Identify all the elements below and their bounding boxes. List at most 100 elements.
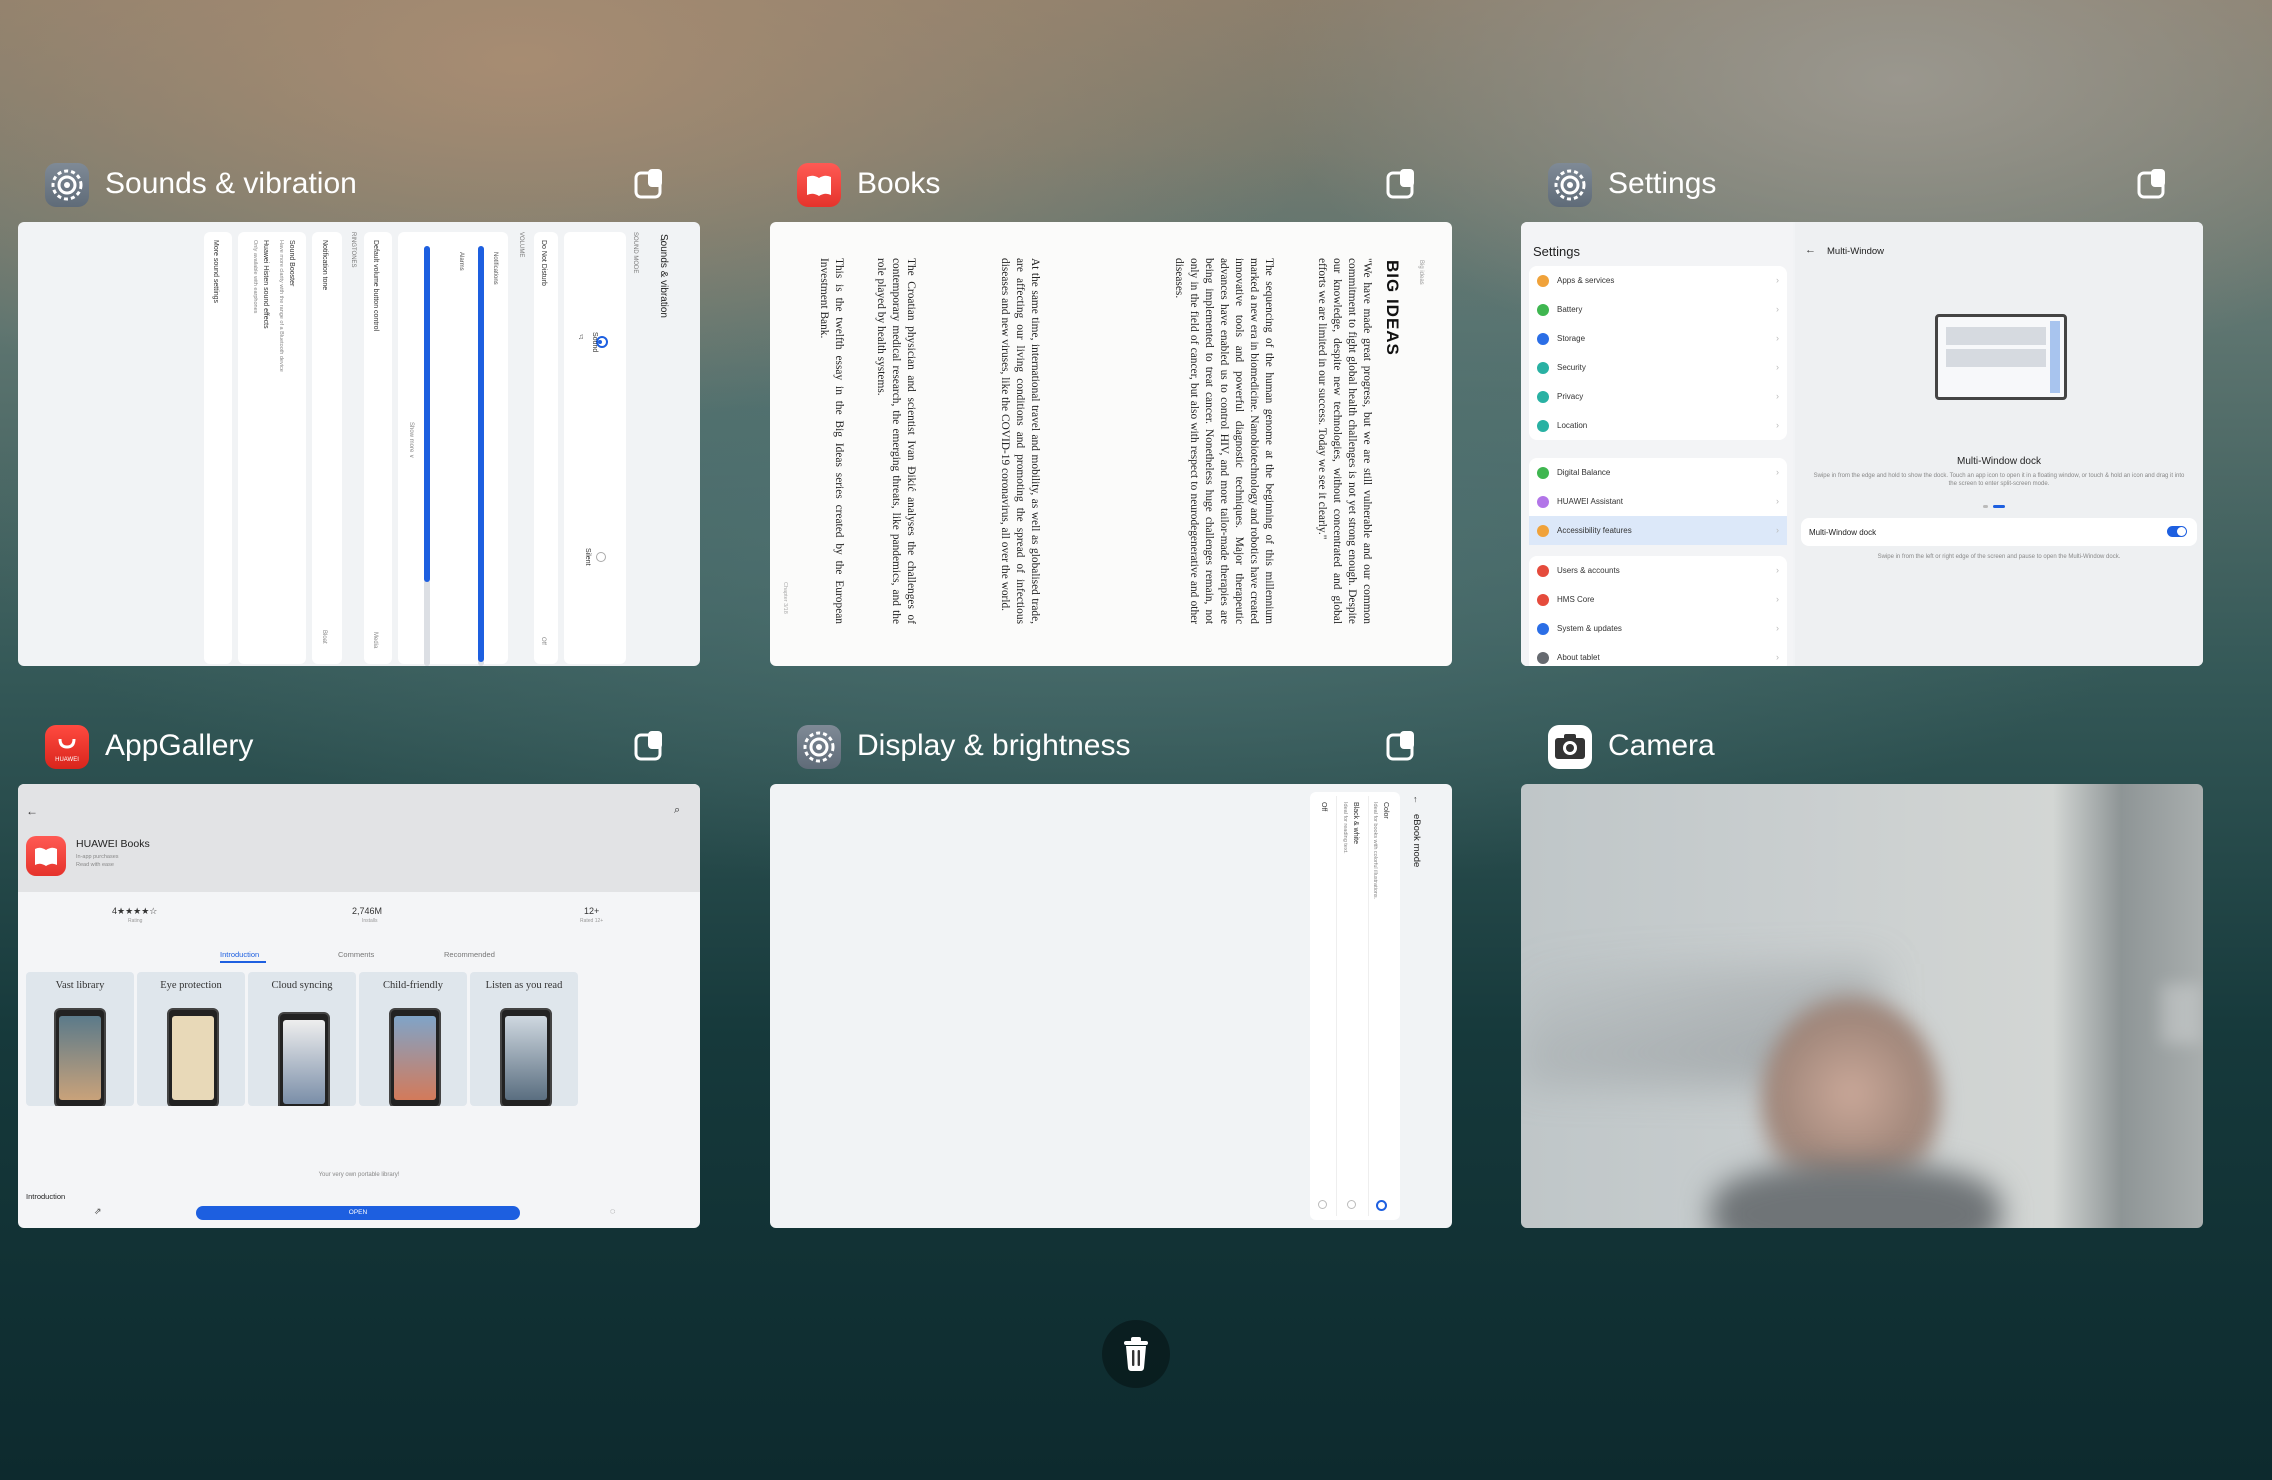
settings-item[interactable]: About tablet › [1529,643,1787,666]
share-icon[interactable]: ⇗ [94,1206,102,1217]
option-off[interactable]: Off [1320,802,1327,811]
camera-viewfinder-thumbnail[interactable] [1521,784,2203,1228]
app-thumbnail[interactable]: ← ⌕ HUAWEI Books In-app purchases Read w… [18,784,700,1228]
tagline: Your very own portable library! [318,1172,400,1178]
screenshot-card[interactable]: Listen as you read [470,972,578,1106]
floating-window-button[interactable] [630,164,670,204]
card-header: Settings [1521,156,2203,212]
card-header: Display & brightness [770,718,1452,774]
dock-description: Swipe in from the edge and hold to show … [1813,473,2185,487]
screenshot-card[interactable]: Eye protection [137,972,245,1106]
app-thumbnail[interactable]: Big ideas BIG IDEAS "We have made great … [770,222,1452,666]
settings-item[interactable]: Digital Balance › [1529,458,1787,487]
back-arrow-icon[interactable]: ↑ [1413,794,1418,804]
settings-title: Settings [1533,244,1580,259]
multi-window-illustration [1935,314,2067,400]
app-name: AppGallery [105,729,254,762]
settings-item[interactable]: Security › [1529,353,1787,382]
settings-item[interactable]: Apps & services › [1529,266,1787,295]
settings-item[interactable]: Storage › [1529,324,1787,353]
floating-window-button[interactable] [2133,164,2173,204]
tab-introduction[interactable]: Introduction [220,950,259,959]
book-paragraph: This is the twelfth essay in the Big Ide… [818,258,845,624]
card-header: Books [770,156,1452,212]
floating-window-button[interactable] [1382,164,1422,204]
notification-tone-row[interactable]: Notification tone Bloat [312,232,342,664]
settings-item[interactable]: Location › [1529,411,1787,440]
settings-item[interactable]: System & updates › [1529,614,1787,643]
screenshot-card[interactable]: Vast library [26,972,134,1106]
alarm-volume-slider[interactable] [424,246,430,666]
tab-comments[interactable]: Comments [338,950,374,959]
book-paragraph: The Croatian physician and scientist Iva… [875,258,917,624]
app-thumbnail[interactable]: ↑ eBook mode Color Ideal for books with … [770,784,1452,1228]
card-header: Sounds & vibration [18,156,700,212]
search-icon[interactable]: ⌕ [674,804,680,817]
settings-item[interactable]: Battery › [1529,295,1787,324]
camera-icon [1548,725,1592,769]
settings-gear-icon [797,725,841,769]
card-header: Camera [1521,718,2203,774]
floating-window-button[interactable] [1382,726,1422,766]
trash-icon [1102,1320,1170,1388]
section-label: Introduction [26,1192,66,1201]
settings-gear-icon [45,163,89,207]
thumb-header: Sounds & vibration [658,234,669,318]
dock-toggle-row[interactable]: Multi-Window dock [1801,518,2197,546]
option-bw[interactable]: Black & white [1352,802,1359,844]
radio-off[interactable] [1318,1200,1327,1209]
sound-effects-group: Sound Booster Have more clarity with the… [238,232,306,664]
back-arrow-icon: ↑ [659,236,664,246]
app-title: HUAWEI Books [76,838,150,850]
open-button[interactable]: OPEN [196,1206,520,1220]
app-name: Sounds & vibration [105,167,357,200]
volume-group: Notifications Alarms Show more ∨ [398,232,508,666]
app-name: Settings [1608,167,1717,200]
more-sound-settings-row[interactable]: More sound settings [204,232,232,664]
settings-item[interactable]: Privacy › [1529,382,1787,411]
settings-item[interactable]: Users & accounts › [1529,556,1787,585]
detail-title: Multi-Window [1827,246,1885,257]
settings-list-pane: Settings Apps & services › Battery › Stora… [1521,222,1793,666]
books-icon [797,163,841,207]
appgallery-icon: HUAWEI [45,725,89,769]
notification-volume-slider[interactable] [478,246,484,666]
radio-silent[interactable] [596,552,606,562]
stat-age: 12+ [584,906,600,916]
book-paragraph: "We have made great progress, but we are… [1316,258,1373,624]
ebook-mode-options: Color Ideal for books with colorful illu… [1310,792,1400,1220]
dnd-row[interactable]: Do Not Disturb Off [534,232,558,664]
screenshot-card[interactable]: Child-friendly [359,972,467,1106]
stat-rating: 4★★★★☆ [112,906,158,916]
settings-item[interactable]: HMS Core › [1529,585,1787,614]
screenshot-card[interactable]: Cloud syncing [248,972,356,1106]
settings-item[interactable]: HUAWEI Assistant › [1529,487,1787,516]
settings-gear-icon [1548,163,1592,207]
book-heading: BIG IDEAS [1383,260,1402,356]
app-name: Display & brightness [857,729,1131,762]
bell-icon: ♫ [578,332,584,341]
book-paragraph: At the same time, international travel a… [999,258,1041,624]
card-header: HUAWEI AppGallery [18,718,700,774]
stat-installs: 2,746M [352,906,383,916]
app-thumbnail[interactable]: Sounds & vibration ↑ SOUND MODE Sound ♫ … [18,222,700,666]
tab-recommended[interactable]: Recommended [444,950,495,959]
settings-group: Digital Balance › HUAWEI Assistant › Acces… [1529,458,1787,545]
back-arrow-icon[interactable]: ← [1805,244,1816,256]
thumb-header: eBook mode [1411,814,1422,868]
app-thumbnail[interactable]: Settings Apps & services › Battery › Stora… [1521,222,2203,666]
radio-color[interactable] [1376,1200,1387,1211]
comment-icon[interactable]: ◌ [610,1206,615,1216]
radio-bw[interactable] [1347,1200,1356,1209]
default-volume-row[interactable]: Default volume button control Media [364,232,392,664]
settings-detail-pane: ← Multi-Window Multi-Window dock Swipe i… [1795,222,2203,666]
dock-toggle-switch[interactable] [2167,526,2187,537]
floating-window-button[interactable] [630,726,670,766]
app-name: Books [857,167,941,200]
option-color[interactable]: Color [1382,802,1389,819]
huawei-books-app-icon [26,836,66,876]
back-arrow-icon[interactable]: ← [26,804,38,818]
clear-all-button[interactable] [1102,1320,1170,1388]
settings-item-active[interactable]: Accessibility features › [1529,516,1787,545]
app-name: Camera [1608,729,1715,762]
